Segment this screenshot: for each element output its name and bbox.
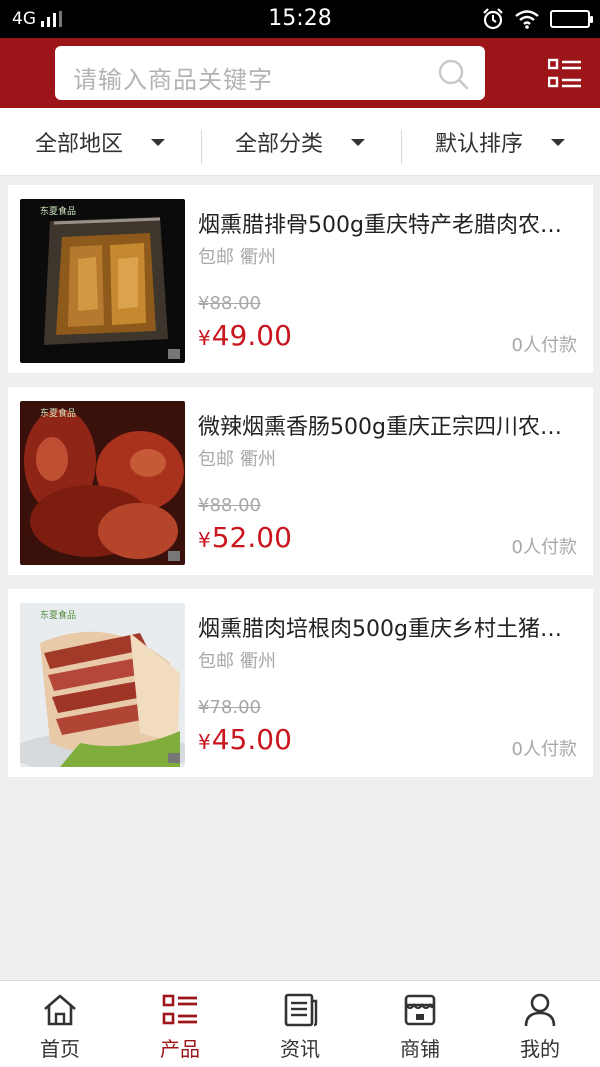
nav-item-store[interactable]: 商铺 — [360, 981, 480, 1067]
nav-label: 首页 — [40, 1037, 80, 1061]
product-title[interactable]: 微辣烟熏香肠500g重庆正宗四川农家自制腊肠 — [198, 409, 583, 441]
product-location: 衢州 — [240, 247, 276, 268]
sold-count: 0人付款 — [511, 335, 577, 356]
original-price: ¥88.00 — [198, 495, 261, 516]
nav-item-news[interactable]: 资讯 — [240, 981, 360, 1067]
image-brand-watermark: 东夏食品 — [40, 611, 77, 621]
news-icon — [284, 993, 318, 1027]
nav-item-products[interactable]: 产品 — [120, 981, 240, 1067]
nav-label: 产品 — [160, 1037, 200, 1061]
nav-item-home[interactable]: 首页 — [0, 981, 120, 1067]
product-image[interactable]: 东夏食品 — [20, 199, 185, 363]
product-card[interactable]: 东夏食品 烟熏腊排骨500g重庆特产老腊肉农家自制四川柴火土猪腊肉 包邮衢州 ¥… — [8, 185, 593, 373]
nav-item-profile[interactable]: 我的 — [480, 981, 600, 1067]
status-icons — [482, 8, 593, 30]
product-card[interactable]: 东夏食品 烟熏腊肉培根肉500g重庆乡村土猪肉农家自制 包邮衢州 ¥78.00 … — [8, 589, 593, 777]
shipping-tag: 包邮 — [198, 247, 234, 268]
product-location: 衢州 — [240, 449, 276, 470]
user-icon — [524, 993, 556, 1027]
nav-label: 我的 — [520, 1037, 560, 1061]
price-value: 49.00 — [211, 319, 292, 352]
product-title[interactable]: 烟熏腊排骨500g重庆特产老腊肉农家自制四川柴火土猪腊肉 — [198, 207, 583, 239]
search-icon[interactable] — [437, 58, 469, 90]
caret-down-icon — [351, 138, 365, 146]
header: 请输入商品关键字 — [0, 38, 600, 108]
original-price: ¥88.00 — [198, 293, 261, 314]
current-price: ¥52.00 — [198, 521, 292, 554]
filter-region-label: 全部地区 — [34, 132, 123, 157]
currency-symbol: ¥ — [198, 528, 211, 552]
sold-count: 0人付款 — [511, 739, 577, 760]
filter-category-label: 全部分类 — [234, 132, 323, 157]
original-price: ¥78.00 — [198, 697, 261, 718]
status-bar: 4G 15:28 — [0, 0, 600, 38]
store-icon — [404, 994, 436, 1026]
filter-sort-label: 默认排序 — [434, 132, 523, 157]
product-image[interactable]: 东夏食品 — [20, 401, 185, 565]
filter-sort-dropdown[interactable]: 默认排序 — [400, 108, 600, 176]
nav-label: 资讯 — [280, 1037, 320, 1061]
home-icon — [44, 994, 76, 1026]
filter-bar: 全部地区 全部分类 默认排序 — [0, 108, 600, 176]
bottom-nav: 首页 产品 资讯 商铺 我的 — [0, 980, 600, 1067]
shipping-tag: 包邮 — [198, 651, 234, 672]
product-location: 衢州 — [240, 651, 276, 672]
caret-down-icon — [551, 138, 565, 146]
currency-symbol: ¥ — [198, 730, 211, 754]
nav-label: 商铺 — [400, 1037, 440, 1061]
product-list-icon — [162, 994, 197, 1025]
product-image[interactable]: 东夏食品 — [20, 603, 185, 767]
battery-icon — [550, 10, 593, 28]
caret-down-icon — [151, 138, 165, 146]
alarm-icon — [483, 8, 503, 30]
product-meta: 包邮 衢州 — [198, 445, 276, 471]
product-meta: 包邮 衢州 — [198, 243, 276, 269]
product-meta: 包邮 衢州 — [198, 647, 276, 673]
image-brand-watermark: 东夏食品 — [40, 409, 77, 419]
currency-symbol: ¥ — [198, 326, 211, 350]
product-card[interactable]: 东夏食品 微辣烟熏香肠500g重庆正宗四川农家自制腊肠 包邮衢州 ¥88.00 … — [8, 387, 593, 575]
wifi-icon — [515, 10, 539, 29]
current-price: ¥45.00 — [198, 723, 292, 756]
image-brand-watermark: 东夏食品 — [40, 207, 77, 217]
search-placeholder: 请输入商品关键字 — [73, 66, 273, 94]
filter-category-dropdown[interactable]: 全部分类 — [200, 108, 400, 176]
price-value: 52.00 — [211, 521, 292, 554]
category-menu-icon[interactable] — [548, 58, 582, 90]
shipping-tag: 包邮 — [198, 449, 234, 470]
filter-region-dropdown[interactable]: 全部地区 — [0, 108, 200, 176]
sold-count: 0人付款 — [511, 537, 577, 558]
product-title[interactable]: 烟熏腊肉培根肉500g重庆乡村土猪肉农家自制 — [198, 611, 583, 643]
current-price: ¥49.00 — [198, 319, 292, 352]
search-input[interactable]: 请输入商品关键字 — [55, 46, 485, 100]
price-value: 45.00 — [211, 723, 292, 756]
